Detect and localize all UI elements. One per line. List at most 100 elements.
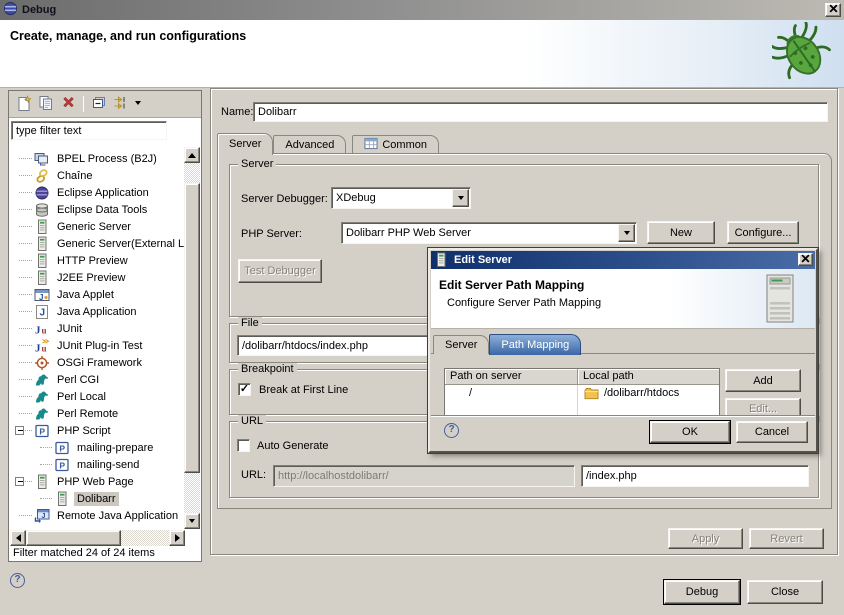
dialog-help-button[interactable]: ? — [444, 423, 459, 438]
close-icon — [801, 254, 810, 266]
tree-item-generic-server[interactable]: Generic Server — [10, 218, 185, 235]
tree-item-label: JUnit — [54, 322, 85, 336]
tab-server-label: Server — [229, 138, 261, 150]
tree-connector — [40, 498, 52, 499]
url-auto-input — [273, 465, 575, 487]
tree-item-cha-ne[interactable]: Chaîne — [10, 167, 185, 184]
collapse-all-icon — [91, 95, 107, 114]
window-titlebar[interactable]: Debug — [0, 0, 844, 20]
auto-generate-checkbox[interactable] — [237, 439, 250, 452]
tree-item-j2ee-preview[interactable]: J2EE Preview — [10, 269, 185, 286]
dialog-titlebar[interactable]: Edit Server — [431, 251, 815, 269]
server-icon — [34, 270, 50, 286]
tree-connector — [19, 277, 32, 278]
apply-button[interactable]: Apply — [668, 528, 743, 549]
tab-common-label: Common — [382, 139, 427, 151]
duplicate-configuration-button[interactable] — [35, 93, 57, 115]
dialog-close-button[interactable] — [798, 253, 813, 266]
filter-configurations-button[interactable] — [110, 93, 132, 115]
php-server-combo[interactable]: Dolibarr PHP Web Server — [341, 222, 637, 244]
tree-vertical-scrollbar[interactable] — [184, 147, 200, 529]
tab-advanced[interactable]: Advanced — [273, 135, 346, 154]
new-configuration-button[interactable] — [13, 93, 35, 115]
horizontal-scroll-thumb[interactable] — [26, 530, 121, 546]
debug-button[interactable]: Debug — [664, 580, 740, 604]
break-first-line-checkbox[interactable]: ✓ — [238, 383, 251, 396]
combo-arrow-button[interactable] — [618, 224, 635, 242]
tree-item-java-applet[interactable]: JJava Applet — [10, 286, 185, 303]
tree-item-remote-java-application[interactable]: JRemote Java Application — [10, 507, 185, 524]
revert-button[interactable]: Revert — [749, 528, 824, 549]
tree-item-mailing-send[interactable]: Pmailing-send — [10, 456, 185, 473]
scroll-down-button[interactable] — [184, 513, 200, 529]
add-mapping-button[interactable]: Add — [725, 369, 801, 392]
path-mapping-row[interactable]: //dolibarr/htdocs — [445, 385, 719, 401]
collapse-expander-icon[interactable] — [15, 477, 24, 486]
tree-item-generic-server-external-la[interactable]: Generic Server(External La — [10, 235, 185, 252]
tree-item-osgi-framework[interactable]: OSGi Framework — [10, 354, 185, 371]
close-icon — [829, 4, 838, 16]
cancel-button[interactable]: Cancel — [736, 421, 808, 443]
svg-text:P: P — [39, 426, 45, 436]
ok-button[interactable]: OK — [650, 421, 730, 443]
scroll-right-button[interactable] — [169, 530, 185, 546]
server-debugger-combo[interactable]: XDebug — [331, 187, 471, 209]
close-button[interactable]: Close — [747, 580, 823, 604]
column-local-path[interactable]: Local path — [578, 369, 719, 384]
filter-icon — [113, 95, 130, 114]
tree-connector — [19, 311, 32, 312]
tree-item-php-web-page[interactable]: PHP Web Page — [10, 473, 185, 490]
column-path-on-server[interactable]: Path on server — [445, 369, 578, 384]
server-icon — [34, 253, 50, 269]
tab-server[interactable]: Server — [217, 133, 273, 155]
name-input[interactable] — [253, 102, 828, 122]
tree-item-label: Perl Local — [54, 390, 109, 404]
test-debugger-button[interactable]: Test Debugger — [238, 259, 322, 283]
window-close-button[interactable] — [825, 3, 841, 17]
vertical-scroll-thumb[interactable] — [184, 183, 200, 473]
tab-common[interactable]: Common — [352, 135, 439, 154]
url-path-input[interactable] — [581, 465, 809, 487]
tree-connector — [19, 396, 32, 397]
database-icon — [34, 202, 50, 218]
scroll-up-button[interactable] — [184, 147, 200, 163]
tree-item-mailing-prepare[interactable]: Pmailing-prepare — [10, 439, 185, 456]
tree-item-php-script[interactable]: PPHP Script — [10, 422, 185, 439]
url-label: URL: — [241, 469, 266, 481]
dialog-tab-server[interactable]: Server — [433, 335, 489, 354]
cancel-label: Cancel — [755, 426, 789, 438]
remote-java-icon: J — [34, 508, 50, 524]
svg-text:u: u — [42, 343, 47, 353]
server-tower-icon — [763, 274, 797, 327]
scroll-left-button[interactable] — [10, 530, 26, 546]
tree-connector — [40, 447, 52, 448]
revert-label: Revert — [770, 533, 802, 545]
tree-item-label: JUnit Plug-in Test — [54, 339, 145, 353]
tree-item-perl-cgi[interactable]: Perl CGI — [10, 371, 185, 388]
tree-item-label: PHP Web Page — [54, 475, 137, 489]
tree-item-label: Java Applet — [54, 288, 117, 302]
collapse-all-button[interactable] — [88, 93, 110, 115]
tree-item-java-application[interactable]: JJava Application — [10, 303, 185, 320]
collapse-expander-icon[interactable] — [15, 426, 24, 435]
filter-menu-dropdown[interactable] — [132, 93, 144, 115]
tree-item-dolibarr[interactable]: Dolibarr — [10, 490, 185, 507]
tree-item-eclipse-application[interactable]: Eclipse Application — [10, 184, 185, 201]
tree-connector — [19, 260, 32, 261]
new-server-button[interactable]: New — [647, 221, 715, 244]
tree-connector — [19, 379, 32, 380]
tree-item-junit[interactable]: JuJUnit — [10, 320, 185, 337]
tree-item-bpel-process-b2j[interactable]: BPEL Process (B2J) — [10, 150, 185, 167]
tree-item-eclipse-data-tools[interactable]: Eclipse Data Tools — [10, 201, 185, 218]
tree-item-perl-local[interactable]: Perl Local — [10, 388, 185, 405]
tree-item-http-preview[interactable]: HTTP Preview — [10, 252, 185, 269]
help-button[interactable]: ? — [10, 573, 25, 588]
configure-server-button[interactable]: Configure... — [727, 221, 799, 244]
tree-item-junit-plug-in-test[interactable]: JuJUnit Plug-in Test — [10, 337, 185, 354]
tree-horizontal-scrollbar[interactable] — [10, 530, 185, 546]
tree-item-perl-remote[interactable]: Perl Remote — [10, 405, 185, 422]
delete-configuration-button[interactable] — [57, 93, 79, 115]
combo-arrow-button[interactable] — [452, 189, 469, 207]
dialog-tab-path-mapping[interactable]: Path Mapping — [489, 334, 581, 355]
filter-input[interactable] — [11, 121, 167, 140]
